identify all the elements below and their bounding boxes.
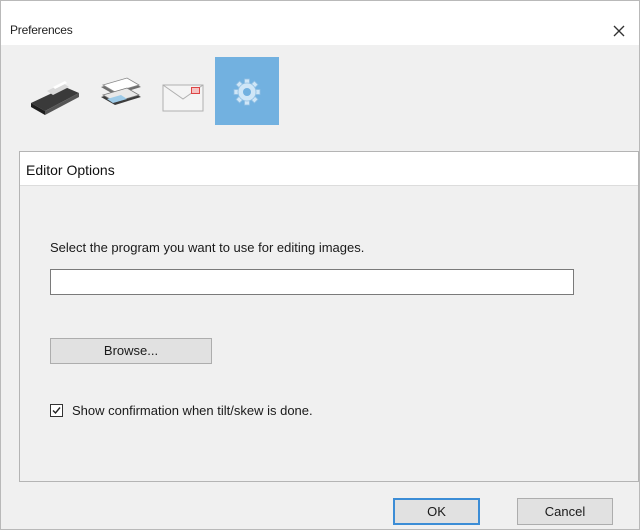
editor-path-input[interactable] [50,269,574,295]
ok-button[interactable]: OK [393,498,480,525]
cancel-button[interactable]: Cancel [517,498,613,525]
editor-options-panel: Editor Options Select the program you wa… [19,151,639,482]
tool-email[interactable] [151,57,215,125]
checkmark-icon [52,407,61,415]
title-bar: Preferences [1,1,639,45]
browse-button[interactable]: Browse... [50,338,212,364]
preferences-toolbar [1,45,639,137]
tool-document-feed[interactable] [87,57,151,125]
window-title: Preferences [10,23,73,37]
tilt-skew-confirmation-label: Show confirmation when tilt/skew is done… [72,403,313,418]
close-icon [613,25,625,37]
gear-icon [233,78,261,106]
close-button[interactable] [605,18,633,44]
document-feed-icon [101,77,141,105]
preferences-dialog: Preferences Editor Options Select the pr… [0,0,640,530]
tool-settings[interactable] [215,57,279,125]
tilt-skew-confirmation-checkbox[interactable] [50,404,63,417]
editor-program-prompt: Select the program you want to use for e… [50,240,365,255]
panel-header: Editor Options [20,152,638,186]
panel-title: Editor Options [26,162,115,178]
email-icon [162,84,204,112]
scanner-icon [31,81,79,115]
tool-scanner[interactable] [23,57,87,125]
